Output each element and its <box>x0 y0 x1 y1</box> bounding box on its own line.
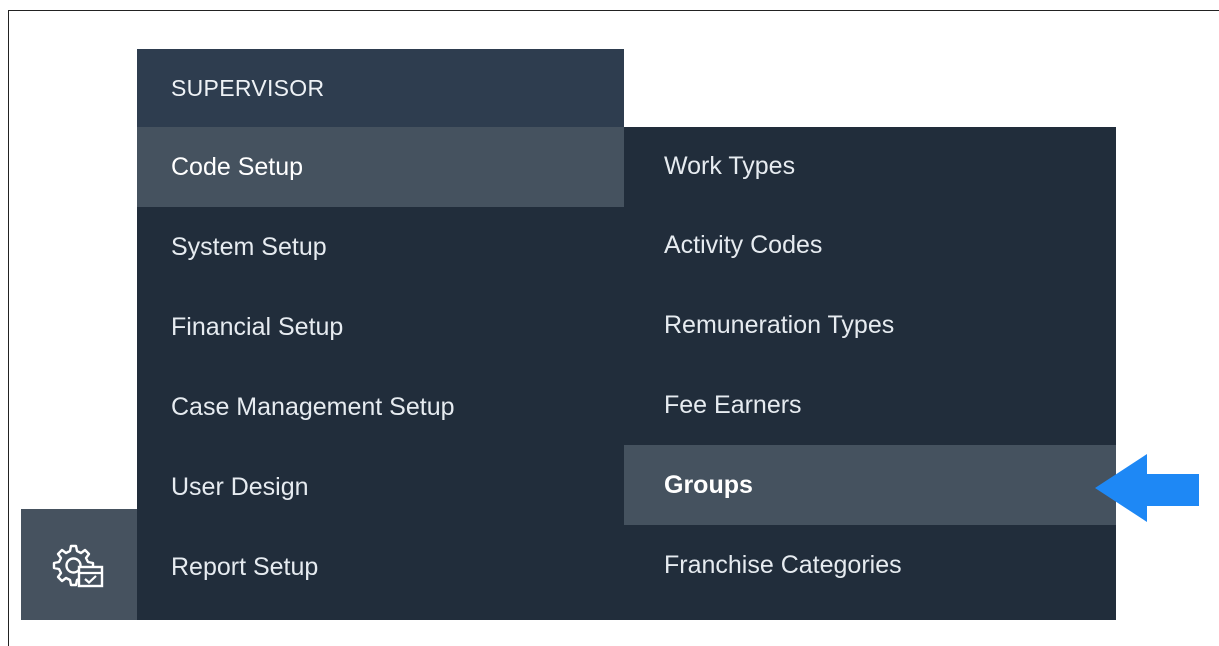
submenu-item-activity-codes[interactable]: Activity Codes <box>624 205 1116 285</box>
submenu-item-franchise-categories[interactable]: Franchise Categories <box>624 525 1116 605</box>
code-setup-submenu: Work Types Activity Codes Remuneration T… <box>624 127 1116 620</box>
menu-item-user-design[interactable]: User Design <box>137 447 624 527</box>
menu-item-financial-setup[interactable]: Financial Setup <box>137 287 624 367</box>
menu-item-code-setup[interactable]: Code Setup <box>137 127 624 207</box>
menu-item-system-setup[interactable]: System Setup <box>137 207 624 287</box>
supervisor-menu-header: SUPERVISOR <box>137 49 624 127</box>
menu-item-case-management-setup[interactable]: Case Management Setup <box>137 367 624 447</box>
left-arrow-icon <box>1095 454 1199 522</box>
submenu-item-groups[interactable]: Groups <box>624 445 1116 525</box>
submenu-item-remuneration-types[interactable]: Remuneration Types <box>624 285 1116 365</box>
submenu-item-fee-earners[interactable]: Fee Earners <box>624 365 1116 445</box>
submenu-item-work-types[interactable]: Work Types <box>624 127 1116 205</box>
supervisor-menu: SUPERVISOR Code Setup System Setup Finan… <box>137 49 624 620</box>
menu-item-report-setup[interactable]: Report Setup <box>137 527 624 607</box>
supervisor-rail-button[interactable] <box>21 509 137 620</box>
settings-calendar-icon <box>52 544 104 587</box>
